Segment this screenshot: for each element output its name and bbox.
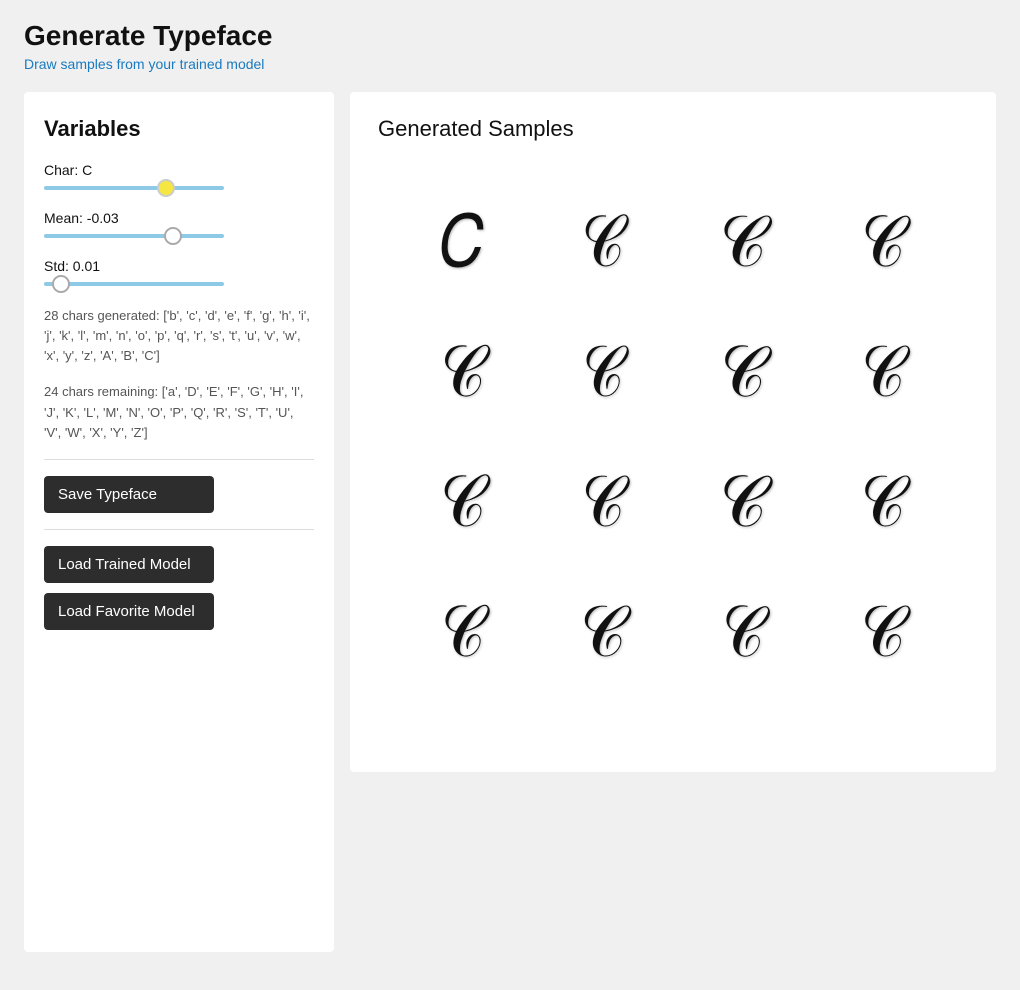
load-favorite-model-button[interactable]: Load Favorite Model xyxy=(44,593,214,630)
page-subtitle: Draw samples from your trained model xyxy=(24,56,996,72)
sample-cell-3-4: 𝒞 xyxy=(818,442,948,562)
sample-cell-1-2: 𝒞 xyxy=(538,182,668,302)
letter-c-2-4: 𝒞 xyxy=(861,336,905,408)
letter-c-3-1: 𝒞 xyxy=(439,465,487,539)
letter-c-1-3: 𝒞 xyxy=(719,206,766,278)
chars-remaining-text: 24 chars remaining: ['a', 'D', 'E', 'F',… xyxy=(44,382,314,442)
letter-c-2-3: 𝒞 xyxy=(719,335,767,409)
letter-c-1-4: 𝒞 xyxy=(860,206,906,279)
sample-cell-1-4: 𝒞 xyxy=(818,182,948,302)
right-panel: Generated Samples 𝐶 𝒞 𝒞 𝒞 𝒞 𝒞 𝒞 𝒞 𝒞 𝒞 𝒞 … xyxy=(350,92,996,772)
sample-cell-1-1: 𝐶 xyxy=(398,182,528,302)
mean-label: Mean: -0.03 xyxy=(44,210,314,226)
std-slider[interactable] xyxy=(44,282,224,286)
letter-c-4-2: 𝒞 xyxy=(580,596,626,668)
sample-cell-4-3: 𝒞 xyxy=(678,572,808,692)
sample-cell-3-3: 𝒞 xyxy=(678,442,808,562)
divider-1 xyxy=(44,459,314,460)
sample-cell-2-2: 𝒞 xyxy=(538,312,668,432)
sample-cell-2-3: 𝒞 xyxy=(678,312,808,432)
sample-cell-4-4: 𝒞 xyxy=(818,572,948,692)
mean-slider[interactable] xyxy=(44,234,224,238)
letter-c-3-2: 𝒞 xyxy=(581,466,625,538)
letter-c-3-4: 𝒞 xyxy=(860,466,905,538)
samples-grid: 𝐶 𝒞 𝒞 𝒞 𝒞 𝒞 𝒞 𝒞 𝒞 𝒞 𝒞 𝒞 𝒞 𝒞 𝒞 𝒞 xyxy=(378,172,968,702)
sample-cell-2-1: 𝒞 xyxy=(398,312,528,432)
letter-c-2-2: 𝒞 xyxy=(582,336,624,408)
std-slider-container: Std: 0.01 xyxy=(44,258,314,286)
char-slider-container: Char: C xyxy=(44,162,314,190)
load-trained-model-button[interactable]: Load Trained Model xyxy=(44,546,214,583)
letter-c-4-4: 𝒞 xyxy=(860,596,905,668)
letter-c-1-2: 𝒞 xyxy=(580,205,625,279)
save-typeface-button[interactable]: Save Typeface xyxy=(44,476,214,513)
sample-cell-4-1: 𝒞 xyxy=(398,572,528,692)
divider-2 xyxy=(44,529,314,530)
sample-cell-3-2: 𝒞 xyxy=(538,442,668,562)
letter-c-4-1: 𝒞 xyxy=(440,596,485,669)
variables-heading: Variables xyxy=(44,116,314,142)
chars-generated-text: 28 chars generated: ['b', 'c', 'd', 'e',… xyxy=(44,306,314,366)
char-label: Char: C xyxy=(44,162,314,178)
main-layout: Variables Char: C Mean: -0.03 Std: 0.01 … xyxy=(24,92,996,952)
sample-cell-4-2: 𝒞 xyxy=(538,572,668,692)
letter-c-1-1: 𝐶 xyxy=(441,206,486,278)
letter-c-2-1: 𝒞 xyxy=(440,336,486,409)
page-title: Generate Typeface xyxy=(24,20,996,52)
samples-title: Generated Samples xyxy=(378,116,968,142)
left-panel: Variables Char: C Mean: -0.03 Std: 0.01 … xyxy=(24,92,334,952)
std-label: Std: 0.01 xyxy=(44,258,314,274)
sample-cell-2-4: 𝒞 xyxy=(818,312,948,432)
letter-c-4-3: 𝒞 xyxy=(720,595,765,669)
sample-cell-1-3: 𝒞 xyxy=(678,182,808,302)
mean-slider-container: Mean: -0.03 xyxy=(44,210,314,238)
letter-c-3-3: 𝒞 xyxy=(719,466,768,539)
char-slider[interactable] xyxy=(44,186,224,190)
sample-cell-3-1: 𝒞 xyxy=(398,442,528,562)
